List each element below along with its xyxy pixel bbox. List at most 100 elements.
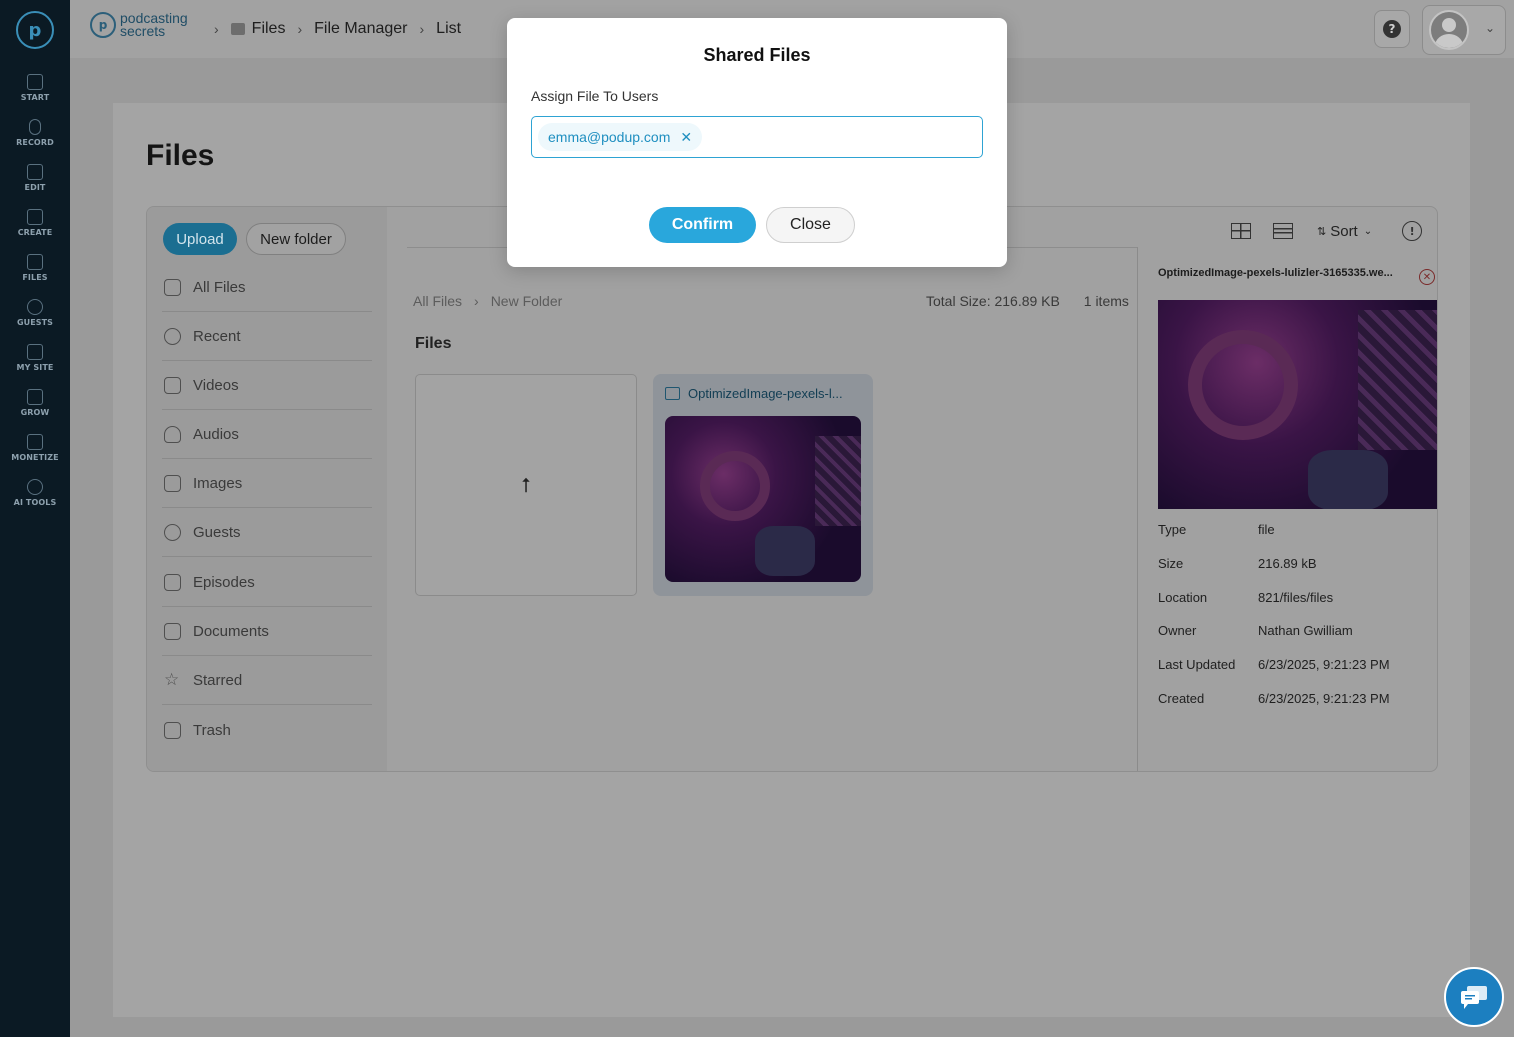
nav-grow-label: GROW [20, 408, 50, 417]
details-key: Type [1158, 522, 1187, 537]
files-icon [27, 254, 43, 270]
help-icon: ? [1383, 20, 1401, 38]
sort-label: Sort [1330, 222, 1358, 240]
nav-files[interactable]: FILES [0, 254, 70, 294]
details-row-last-updated: Last Updated 6/23/2025, 9:21:23 PM [1158, 657, 1390, 672]
preview-detail [1188, 330, 1298, 440]
sidebar-item-all-files[interactable]: All Files [162, 263, 372, 312]
nav-edit[interactable]: EDIT [0, 164, 70, 204]
close-details-icon[interactable]: ✕ [1419, 269, 1435, 285]
user-tag: emma@podup.com ✕ [538, 123, 703, 151]
modal-title: Shared Files [703, 45, 811, 65]
nav-monetize[interactable]: MONETIZE [0, 434, 70, 474]
details-row-type: Type file [1158, 522, 1275, 537]
create-icon [27, 209, 43, 225]
folder-totals: Total Size: 216.89 KB 1 items [926, 293, 1129, 309]
breadcrumb-files[interactable]: Files [252, 20, 286, 38]
nav-my-site[interactable]: MY SITE [0, 344, 70, 384]
app-logo[interactable]: p [16, 11, 54, 49]
sidebar-item-label: Trash [193, 722, 231, 739]
sidebar-item-label: Episodes [193, 573, 255, 591]
monetize-icon [27, 434, 43, 450]
chat-launcher-button[interactable] [1444, 967, 1504, 1027]
sidebar-item-trash[interactable]: Trash [162, 706, 372, 755]
nav-start[interactable]: START [0, 74, 70, 114]
new-folder-button[interactable]: New folder [246, 223, 346, 255]
chevron-right-icon: › [214, 21, 219, 37]
info-icon[interactable]: ! [1402, 221, 1423, 241]
page-title: Files [146, 139, 215, 172]
file-card-header: OptimizedImage-pexels-l... [665, 386, 865, 401]
breadcrumb-file-manager[interactable]: File Manager [314, 20, 407, 38]
preview-detail [1308, 450, 1388, 509]
sidebar-item-label: Audios [193, 425, 239, 443]
nav-record[interactable]: RECORD [0, 119, 70, 159]
file-name: OptimizedImage-pexels-l... [688, 386, 843, 401]
sidebar-item-label: Recent [193, 327, 241, 345]
video-icon [164, 376, 181, 394]
nav-guests-label: GUESTS [16, 318, 54, 327]
user-menu-button[interactable]: ⌄ [1422, 5, 1506, 55]
chevron-right-icon: › [297, 21, 303, 37]
details-key: Created [1158, 691, 1205, 706]
nav-guests[interactable]: GUESTS [0, 299, 70, 339]
sidebar-item-label: Documents [193, 622, 269, 640]
file-thumbnail[interactable] [665, 416, 861, 582]
details-key: Last Updated [1158, 657, 1236, 672]
nav-ai-tools[interactable]: AI TOOLS [0, 479, 70, 519]
sidebar-item-guests[interactable]: Guests [162, 508, 372, 557]
close-button[interactable]: Close [766, 207, 855, 243]
go-up-folder-card[interactable]: ⭡ [415, 374, 637, 596]
list-view-icon[interactable] [1273, 223, 1293, 239]
details-key: Owner [1158, 623, 1197, 638]
details-row-created: Created 6/23/2025, 9:21:23 PM [1158, 691, 1390, 706]
folder-crumb-new-folder[interactable]: New Folder [491, 293, 563, 309]
sidebar-item-recent[interactable]: Recent [162, 312, 372, 361]
file-sidebar: Upload New folder All Files Recent Video… [147, 207, 387, 771]
arrow-up-icon: ⭡ [521, 473, 531, 497]
details-value: file [1258, 522, 1275, 537]
sort-dropdown[interactable]: ⇅ Sort ⌄ [1317, 223, 1372, 240]
avatar [1429, 10, 1469, 50]
sort-arrows-icon: ⇅ [1317, 225, 1327, 238]
grid-view-icon[interactable] [1231, 223, 1251, 239]
nav-monetize-label: MONETIZE [11, 453, 59, 462]
chevron-right-icon: › [419, 21, 425, 37]
details-value: Nathan Gwilliam [1258, 623, 1353, 638]
assign-users-label: Assign File To Users [531, 88, 659, 104]
all-files-icon [164, 278, 181, 296]
nav-files-label: FILES [22, 273, 48, 282]
sidebar-item-label: Guests [193, 523, 241, 541]
music-icon [164, 425, 181, 443]
brand-mark-icon: p [90, 12, 116, 38]
sidebar-item-label: Images [193, 474, 243, 492]
nav-start-label: START [20, 93, 50, 102]
image-icon [164, 474, 181, 492]
grow-icon [27, 389, 43, 405]
nav-grow[interactable]: GROW [0, 389, 70, 429]
document-icon [164, 622, 181, 640]
users-icon [164, 523, 181, 541]
upload-button[interactable]: Upload [163, 223, 237, 255]
episode-icon [164, 573, 181, 591]
edit-icon [27, 164, 43, 180]
sidebar-item-starred[interactable]: ☆ Starred [162, 656, 372, 705]
sidebar-item-videos[interactable]: Videos [162, 361, 372, 410]
help-button[interactable]: ? [1374, 10, 1410, 48]
confirm-button[interactable]: Confirm [649, 207, 756, 243]
remove-tag-icon[interactable]: ✕ [680, 129, 692, 146]
details-value: 6/23/2025, 9:21:23 PM [1258, 691, 1390, 706]
sidebar-item-images[interactable]: Images [162, 459, 372, 508]
sidebar-item-episodes[interactable]: Episodes [162, 558, 372, 607]
nav-create[interactable]: CREATE [0, 209, 70, 249]
sidebar-item-documents[interactable]: Documents [162, 607, 372, 656]
sidebar-item-audios[interactable]: Audios [162, 410, 372, 459]
assign-users-input[interactable]: emma@podup.com ✕ [531, 116, 983, 158]
breadcrumb-list[interactable]: List [436, 20, 461, 38]
details-file-name: OptimizedImage-pexels-lulizler-3165335.w… [1158, 267, 1393, 279]
details-preview-image [1158, 300, 1437, 509]
file-card[interactable]: OptimizedImage-pexels-l... [653, 374, 873, 596]
folder-crumb-all-files[interactable]: All Files [413, 293, 462, 309]
brand-logo[interactable]: p podcasting secrets [90, 11, 188, 38]
chat-icon [1461, 986, 1487, 1009]
